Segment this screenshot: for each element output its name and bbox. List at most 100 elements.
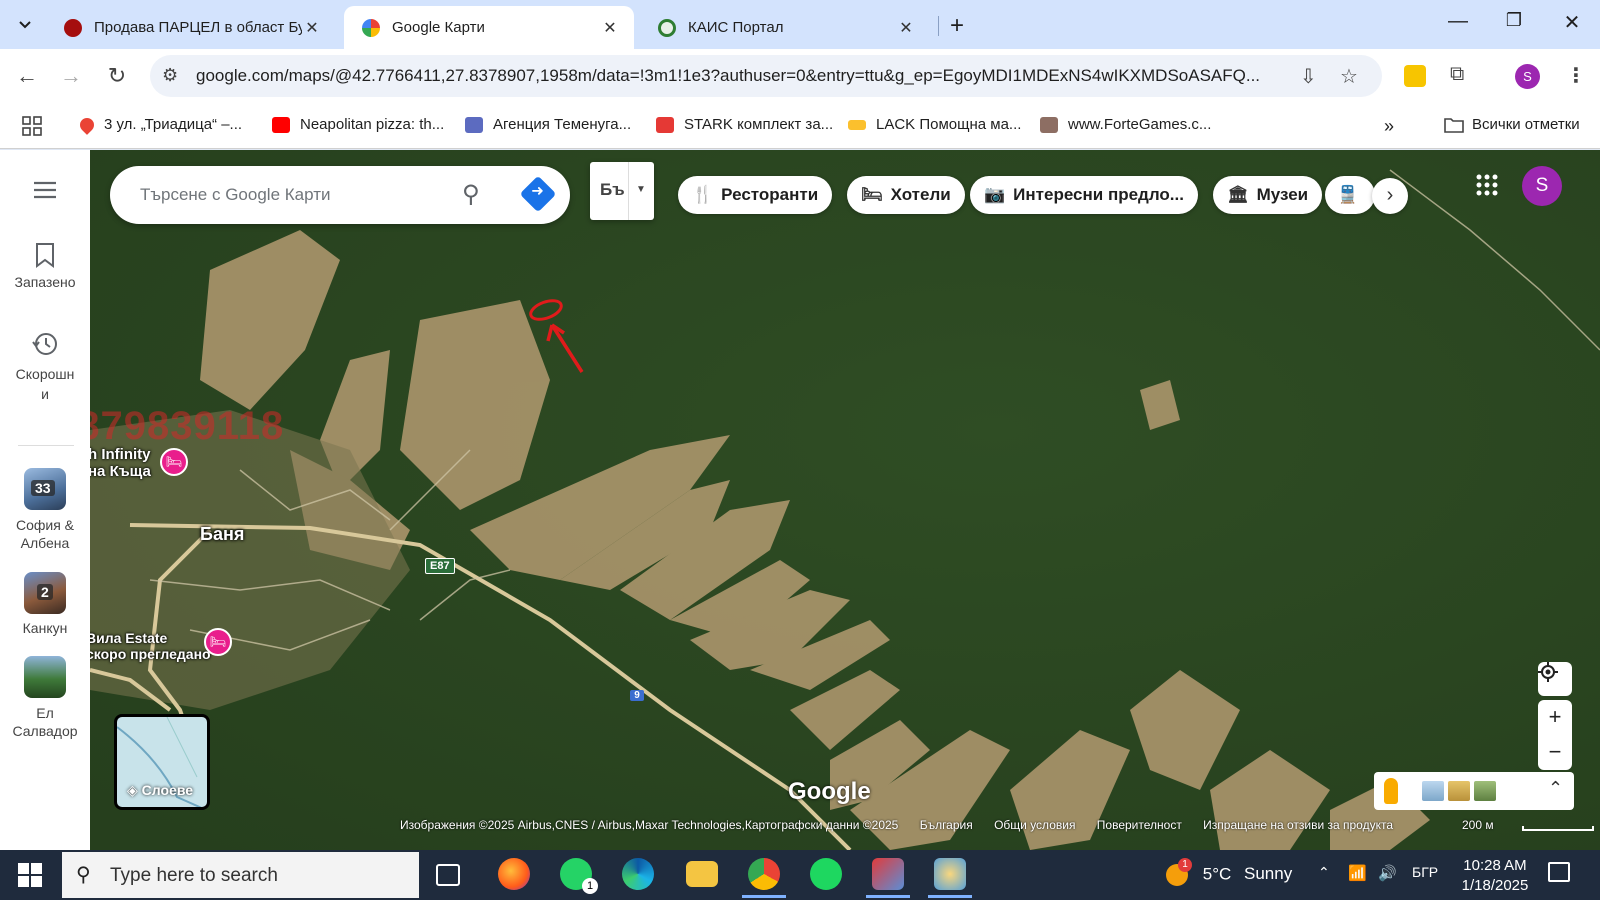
saved-list-cancun[interactable]: 2 Канкун xyxy=(0,572,90,636)
tab-google-maps[interactable]: Google Карти ✕ xyxy=(344,6,634,49)
caret-down-icon[interactable]: ▼ xyxy=(636,184,646,195)
spotify-icon[interactable] xyxy=(810,858,842,890)
extensions-puzzle-icon[interactable]: ⧉ xyxy=(1450,63,1464,86)
reload-button[interactable]: ↻ xyxy=(102,62,132,92)
close-tab-icon[interactable]: ✕ xyxy=(896,18,916,38)
install-app-icon[interactable]: ⇩ xyxy=(1300,64,1317,89)
show-hidden-icons[interactable]: ⌃ xyxy=(1318,864,1330,881)
poi-label-infinity[interactable]: h Infinity на Къща xyxy=(90,446,151,480)
search-placeholder: Търсене с Google Карти xyxy=(140,185,331,204)
address-bar[interactable]: ⚙ google.com/maps/@42.7766411,27.8378907… xyxy=(150,55,1382,97)
bookmark-icon xyxy=(36,243,54,268)
url-text[interactable]: google.com/maps/@42.7766411,27.8378907,1… xyxy=(196,66,1296,86)
all-bookmarks-button[interactable]: Всички отметки xyxy=(1444,116,1580,133)
back-button[interactable]: ← xyxy=(12,62,42,92)
network-icon[interactable]: 📶 xyxy=(1348,864,1367,882)
input-language[interactable]: БГР xyxy=(1412,864,1438,880)
chip-transit[interactable]: 🚆 xyxy=(1325,176,1375,214)
forward-button[interactable]: → xyxy=(56,62,86,92)
hotel-pin-icon[interactable]: 🛏 xyxy=(204,628,232,656)
scale-label[interactable]: 200 м xyxy=(1462,818,1494,832)
zoom-in-button[interactable]: + xyxy=(1538,700,1572,735)
chips-next-button[interactable]: › xyxy=(1372,178,1408,214)
new-tab-button[interactable]: + xyxy=(950,12,964,40)
tab-search-button[interactable] xyxy=(8,8,42,42)
weather-widget[interactable]: 1 5°C Sunny xyxy=(1166,858,1292,886)
taskbar-search[interactable]: ⚲ Type here to search xyxy=(62,852,419,898)
apps-grid-icon[interactable] xyxy=(22,116,42,136)
language-label: Бъ xyxy=(600,180,625,199)
task-view-icon[interactable] xyxy=(436,864,460,886)
menu-kebab-icon[interactable]: ⋮ xyxy=(1566,63,1586,88)
windows-start-icon[interactable] xyxy=(18,863,42,887)
feedback-link[interactable]: Изпращане на отзиви за продукта xyxy=(1203,818,1393,832)
taskbar-clock[interactable]: 10:28 AM 1/18/2025 xyxy=(1450,856,1540,896)
firefox-icon[interactable] xyxy=(498,858,530,890)
file-explorer-icon[interactable] xyxy=(686,861,718,887)
bookmark-item[interactable]: STARK комплект за... xyxy=(656,116,833,133)
chip-hotels[interactable]: 🛏 Хотели xyxy=(847,176,965,214)
recent-button[interactable]: Скорошни xyxy=(0,330,90,404)
town-label[interactable]: Баня xyxy=(200,524,244,545)
close-tab-icon[interactable]: ✕ xyxy=(600,18,620,38)
privacy-link[interactable]: Поверителност xyxy=(1097,818,1182,832)
imagery-thumb[interactable] xyxy=(1448,781,1470,801)
maps-pin-icon xyxy=(362,18,380,37)
chip-label: Хотели xyxy=(890,185,951,204)
bookmark-star-icon[interactable]: ☆ xyxy=(1340,64,1358,89)
edge-icon[interactable] xyxy=(622,858,654,890)
bookmark-item[interactable]: Агенция Теменуга... xyxy=(465,116,631,133)
pegman-icon[interactable] xyxy=(1384,778,1398,804)
directions-button[interactable]: ➜ xyxy=(519,175,557,213)
volume-icon[interactable]: 🔊 xyxy=(1378,864,1397,882)
imagery-credit: Изображения ©2025 Airbus,CNES / Airbus,M… xyxy=(400,818,899,832)
chevron-up-icon[interactable]: ⌃ xyxy=(1548,778,1563,799)
list-label: Канкун xyxy=(22,620,68,636)
menu-button[interactable] xyxy=(0,180,90,203)
saved-button[interactable]: Запазено xyxy=(0,242,90,290)
account-avatar[interactable]: S xyxy=(1522,166,1562,206)
bookmark-item[interactable]: Neapolitan pizza: th... xyxy=(272,116,444,133)
chip-restaurants[interactable]: 🍴 Ресторанти xyxy=(678,176,833,214)
search-icon[interactable]: ⚲ xyxy=(462,180,480,209)
more-bookmarks-icon[interactable]: » xyxy=(1384,116,1394,137)
bookmark-item[interactable]: LACK Помощна ма... xyxy=(848,116,1021,133)
chip-museums[interactable]: 🏛 Музеи xyxy=(1213,176,1323,214)
restore-button[interactable]: ❐ xyxy=(1494,10,1534,31)
bookmark-item[interactable]: www.ForteGames.c... xyxy=(1040,116,1211,133)
chip-things-to-do[interactable]: 📷 Интересни предло... xyxy=(970,176,1198,214)
terms-link[interactable]: Общи условия xyxy=(994,818,1075,832)
paint-icon[interactable] xyxy=(928,858,972,898)
snipping-tool-icon[interactable] xyxy=(866,858,910,898)
notifications-icon[interactable] xyxy=(1548,862,1570,882)
whatsapp-icon[interactable]: 1 xyxy=(560,858,598,894)
close-window-button[interactable]: ✕ xyxy=(1552,10,1592,35)
youtube-icon xyxy=(272,116,290,133)
list-label: Ел Салвадор xyxy=(12,705,78,739)
tab-parcel[interactable]: Продава ПАРЦЕЛ в област Бургас ✕ xyxy=(46,6,336,49)
tab-kais-portal[interactable]: КАИС Портал ✕ xyxy=(640,6,930,49)
chrome-icon[interactable] xyxy=(742,858,786,898)
clock-time: 10:28 AM xyxy=(1463,857,1527,874)
zoom-control: + − xyxy=(1538,700,1572,770)
country-link[interactable]: България xyxy=(920,818,973,832)
saved-list-el-salvador[interactable]: Ел Салвадор xyxy=(0,656,90,740)
imagery-thumb[interactable] xyxy=(1422,781,1444,801)
maps-search-box[interactable]: Търсене с Google Карти ⚲ ➜ xyxy=(110,166,570,224)
hotel-pin-icon[interactable]: 🛏 xyxy=(160,448,188,476)
imagery-thumb[interactable] xyxy=(1474,781,1496,801)
map-canvas[interactable]: Търсене с Google Карти ⚲ ➜ Бъ ▼ 🍴 Рестор… xyxy=(90,150,1600,850)
minimize-button[interactable]: — xyxy=(1438,10,1478,33)
layers-button[interactable]: ◈ Слоеве xyxy=(114,714,210,810)
saved-list-sofia-albena[interactable]: 33 София & Албена xyxy=(0,468,90,552)
transit-icon: 🚆 xyxy=(1337,185,1359,204)
extension-icon[interactable] xyxy=(1404,65,1426,87)
poi-label-villa-estate[interactable]: Вила Estate скоро прегледано xyxy=(90,630,211,662)
site-info-icon[interactable]: ⚙ xyxy=(162,65,178,86)
my-location-button[interactable] xyxy=(1538,662,1572,696)
profile-avatar[interactable]: S xyxy=(1515,64,1540,89)
zoom-out-button[interactable]: − xyxy=(1538,735,1572,770)
close-tab-icon[interactable]: ✕ xyxy=(302,18,322,38)
bookmark-item[interactable]: 3 ул. „Триадица“ –... xyxy=(77,114,242,135)
language-button[interactable]: Бъ ▼ xyxy=(590,162,654,220)
